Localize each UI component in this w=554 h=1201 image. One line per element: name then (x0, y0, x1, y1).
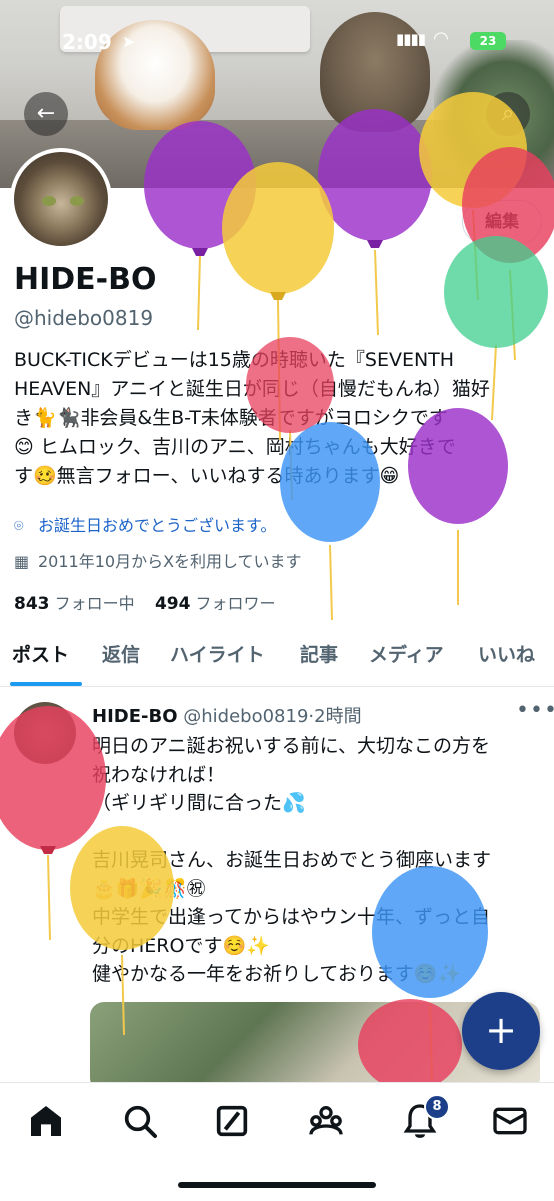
tab-media[interactable]: メディア (369, 640, 444, 667)
wifi-icon: ◠ (434, 28, 448, 49)
following-label: フォロー中 (54, 594, 135, 613)
followers-count: 494 (154, 594, 191, 614)
post-line: 明日のアニ誕お祝いする前に、大切なこの方を (92, 735, 491, 757)
communities-icon[interactable] (306, 1101, 346, 1141)
plus-icon: + (485, 1008, 517, 1052)
tab-replies[interactable]: 返信 (102, 640, 140, 667)
joined-text: 2011年10月からXを利用しています (38, 552, 302, 571)
profile-bio: BUCK-TICKデビューは15歳の時聴いた『SEVENTH HEAVEN』アニ… (14, 346, 544, 491)
location-arrow-icon: ➤ (122, 32, 136, 51)
joined-row: ▦ 2011年10月からXを利用しています (14, 548, 302, 572)
grok-icon[interactable] (212, 1101, 252, 1141)
compose-button[interactable]: + (462, 992, 540, 1070)
post-header: HIDE-BO @hidebo0819·2時間 (92, 702, 362, 728)
post-line: 健やかなる一年をお祈りしております☺️✨ (92, 963, 462, 985)
following-count: 843 (14, 594, 50, 614)
post-line: 🎂🎁🎉🎊㊗ (92, 877, 206, 900)
post-avatar[interactable] (14, 702, 76, 764)
tab-posts[interactable]: ポスト (12, 640, 69, 667)
post-text: 明日のアニ誕お祝いする前に、大切なこの方を 祝わなければ！ （ギリギリ間に合った… (92, 732, 544, 989)
explore-icon[interactable] (120, 1101, 160, 1141)
location-icon: ⌾ (14, 516, 24, 535)
post-time: ·2時間 (308, 706, 362, 727)
notifications-badge: 8 (424, 1094, 450, 1120)
followers-label: フォロワー (195, 594, 276, 613)
status-bar: 2:09 ➤ ▮▮▮▮ ◠ 23 (0, 28, 554, 54)
search-icon: ⌕ (501, 101, 515, 126)
status-time: 2:09 (62, 30, 112, 54)
post-line: 中学生で出逢ってからはやウン十年、ずっと自 (92, 906, 491, 928)
home-indicator[interactable] (178, 1182, 376, 1188)
profile-name: HIDE-BO (14, 262, 157, 297)
mail-icon[interactable] (490, 1101, 530, 1141)
post-author-handle: @hidebo0819 (183, 706, 309, 727)
bio-line: き🐈🐈‍⬛非会員&生B-T未体験者ですがヨロシクです (14, 407, 448, 429)
following-link[interactable]: 843 フォロー中 (14, 594, 135, 614)
tab-likes[interactable]: いいね (478, 640, 535, 667)
post-line: 分のHEROです☺️✨ (92, 934, 270, 957)
edit-profile-button[interactable]: 編集 (462, 200, 542, 244)
profile-handle: @hidebo0819 (14, 306, 154, 330)
avatar[interactable] (10, 148, 112, 250)
battery-icon: 23 (470, 32, 506, 50)
bio-line: HEAVEN』アニイと誕生日が同じ（自慢だもんね）猫好 (14, 378, 490, 400)
followers-link[interactable]: 494 フォロワー (154, 594, 276, 614)
calendar-icon: ▦ (14, 552, 30, 571)
avatar-eye-right (70, 196, 84, 206)
back-button[interactable]: ← (24, 92, 68, 136)
bio-line: す🥴無言フォロー、いいねする時あります😁 (14, 465, 400, 487)
post-author-name[interactable]: HIDE-BO (92, 706, 178, 727)
home-icon[interactable] (26, 1101, 66, 1141)
birthday-text: お誕生日おめでとうございます。 (38, 516, 277, 535)
back-arrow-icon: ← (36, 101, 56, 126)
tabs-divider (0, 686, 554, 687)
post-line: 吉川晃司さん、お誕生日おめでとう御座います (92, 849, 492, 871)
tab-articles[interactable]: 記事 (300, 640, 338, 667)
search-button[interactable]: ⌕ (486, 92, 530, 136)
bio-line: BUCK-TICKデビューは15歳の時聴いた『SEVENTH (14, 349, 455, 371)
birthday-row[interactable]: ⌾ お誕生日おめでとうございます。 (14, 512, 276, 536)
avatar-eye-left (42, 196, 56, 206)
follow-stats: 843 フォロー中 494 フォロワー (14, 590, 276, 614)
post-line: 祝わなければ！ (92, 763, 226, 786)
signal-icon: ▮▮▮▮ (396, 30, 426, 48)
more-icon[interactable]: ••• (516, 698, 554, 723)
tab-highlights[interactable]: ハイライト (170, 640, 265, 667)
post-line (92, 818, 544, 847)
profile-tabs: ポスト 返信 ハイライト 記事 メディア いいね (0, 640, 554, 684)
post-line: （ギリギリ間に合った💦 (92, 792, 306, 814)
bio-line: 😊 ヒムロック、吉川のアニ、岡村ちゃんも大好きで (14, 436, 456, 458)
